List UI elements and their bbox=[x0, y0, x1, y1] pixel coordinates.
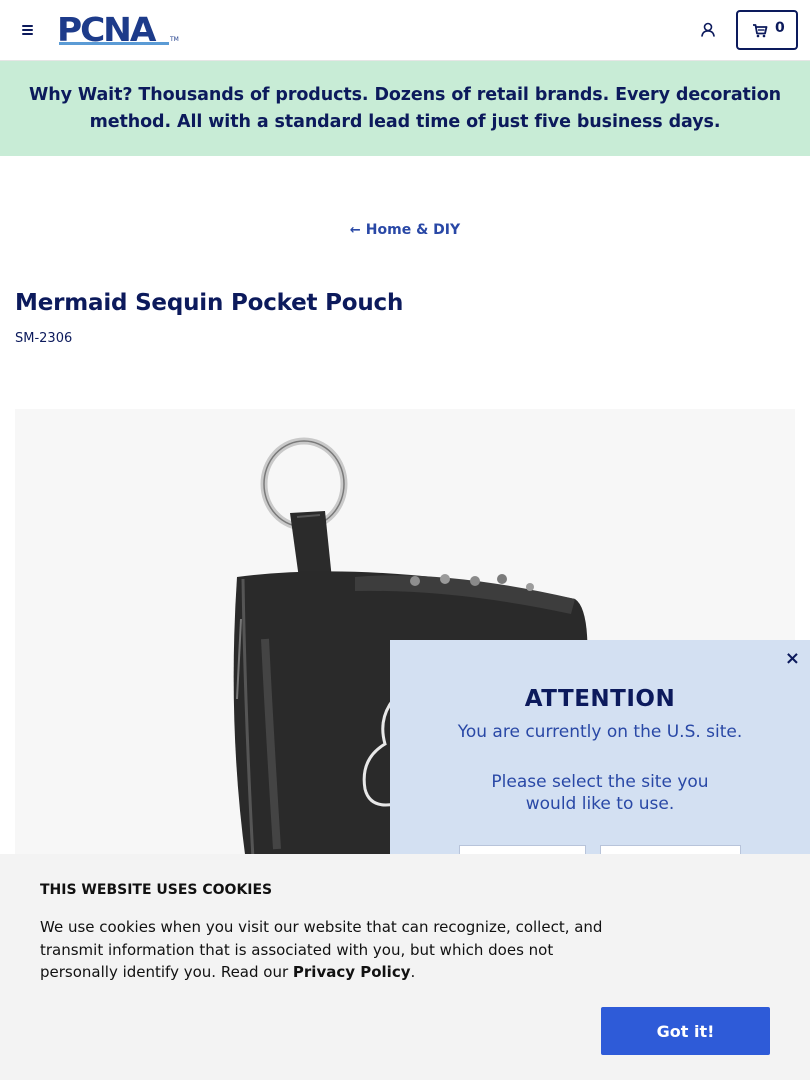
user-account-icon[interactable] bbox=[699, 21, 717, 39]
cart-count: 0 bbox=[775, 20, 785, 36]
arrow-left-icon: ← bbox=[349, 223, 361, 238]
attention-title: ATTENTION bbox=[524, 686, 676, 712]
cookie-text: We use cookies when you visit our websit… bbox=[40, 916, 610, 984]
accept-cookies-button[interactable]: Got it! bbox=[601, 1007, 770, 1055]
logo-trademark: TM bbox=[170, 36, 179, 43]
site-selection-dialog: × ATTENTION You are currently on the U.S… bbox=[390, 640, 810, 885]
cart-button[interactable]: 0 bbox=[736, 10, 798, 50]
cookie-title: THIS WEBSITE USES COOKIES bbox=[40, 882, 273, 898]
attention-prompt: Please select the site you would like to… bbox=[491, 772, 709, 814]
shopping-cart-icon bbox=[753, 24, 768, 38]
site-header: PCNA TM 0 bbox=[0, 0, 810, 61]
breadcrumb-back-link[interactable]: ← Home & DIY bbox=[0, 222, 810, 238]
product-title: Mermaid Sequin Pocket Pouch bbox=[15, 290, 404, 316]
attention-message: You are currently on the U.S. site. bbox=[457, 722, 743, 742]
hamburger-menu-icon[interactable] bbox=[18, 20, 38, 40]
cookie-text-end: . bbox=[410, 963, 416, 981]
product-sku: SM-2306 bbox=[15, 331, 73, 346]
privacy-policy-link[interactable]: Privacy Policy bbox=[293, 963, 411, 981]
promo-text: Why Wait? Thousands of products. Dozens … bbox=[29, 84, 781, 132]
pcna-logo[interactable]: PCNA TM bbox=[57, 13, 179, 46]
close-icon[interactable]: × bbox=[785, 648, 800, 669]
promo-banner: Why Wait? Thousands of products. Dozens … bbox=[0, 61, 810, 156]
breadcrumb-label: Home & DIY bbox=[365, 222, 461, 238]
logo-underline bbox=[59, 42, 169, 45]
cookie-banner: THIS WEBSITE USES COOKIES We use cookies… bbox=[0, 854, 810, 1080]
